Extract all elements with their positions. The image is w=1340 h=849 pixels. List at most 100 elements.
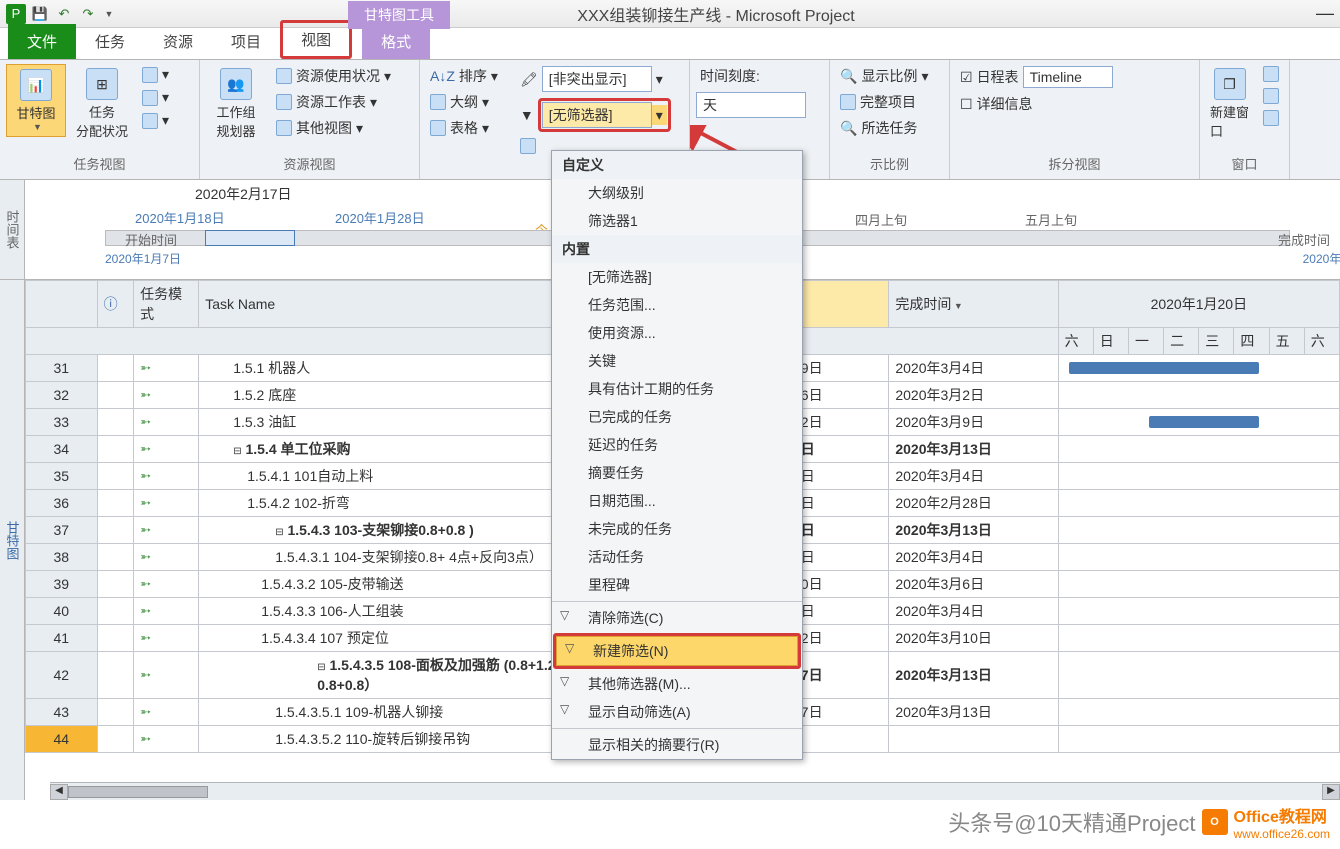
finish-cell[interactable]: 2020年3月13日: [889, 699, 1058, 726]
highlight-select[interactable]: 🖍[非突出显示]▾: [516, 64, 675, 94]
scroll-track[interactable]: [68, 786, 1322, 798]
mode-cell[interactable]: ➵: [134, 517, 199, 544]
col-rownum[interactable]: [26, 281, 98, 328]
menu-item[interactable]: 里程碑: [552, 571, 802, 599]
filter-select[interactable]: ▼ [无筛选器]▾: [516, 96, 675, 134]
team-planner-button[interactable]: 👥 工作组 规划器: [206, 64, 266, 144]
scroll-thumb[interactable]: [68, 786, 208, 798]
tab-project[interactable]: 项目: [212, 24, 280, 59]
other-views-button[interactable]: 其他视图▾: [272, 116, 395, 140]
col-info[interactable]: ⓘ: [97, 281, 133, 328]
mode-cell[interactable]: ➵: [134, 625, 199, 652]
new-window-button[interactable]: ❐ 新建窗口: [1206, 64, 1253, 144]
menu-clear-filter[interactable]: ▽清除筛选(C): [552, 604, 802, 632]
entire-project-button[interactable]: 完整项目: [836, 90, 932, 114]
mode-cell[interactable]: ➵: [134, 726, 199, 753]
mode-cell[interactable]: ➵: [134, 490, 199, 517]
hide-button[interactable]: [1259, 108, 1283, 128]
mode-cell[interactable]: ➵: [134, 699, 199, 726]
sort-button[interactable]: A↓Z 排序▾: [426, 64, 502, 88]
collapse-icon[interactable]: ⊟: [317, 662, 325, 673]
menu-item[interactable]: 摘要任务: [552, 459, 802, 487]
timeline-checkbox[interactable]: ☑ 日程表 Timeline: [956, 64, 1117, 90]
mode-cell[interactable]: ➵: [134, 463, 199, 490]
finish-cell[interactable]: 2020年3月2日: [889, 382, 1058, 409]
finish-cell[interactable]: 2020年3月9日: [889, 409, 1058, 436]
gantt-bar[interactable]: [1149, 416, 1259, 428]
row-number[interactable]: 37: [26, 517, 98, 544]
collapse-icon[interactable]: ⊟: [275, 527, 283, 538]
resource-sheet-button[interactable]: 资源工作表▾: [272, 90, 395, 114]
row-number[interactable]: 40: [26, 598, 98, 625]
scroll-right-button[interactable]: ▶: [1322, 784, 1340, 800]
row-number[interactable]: 35: [26, 463, 98, 490]
tab-format[interactable]: 格式: [362, 24, 430, 59]
gantt-bar[interactable]: [1069, 362, 1259, 374]
finish-cell[interactable]: [889, 726, 1058, 753]
finish-cell[interactable]: 2020年3月13日: [889, 652, 1058, 699]
menu-item[interactable]: 日期范围...: [552, 487, 802, 515]
other-task-views-button[interactable]: ▾: [138, 110, 173, 131]
menu-item[interactable]: 大纲级别: [552, 179, 802, 207]
menu-item[interactable]: 使用资源...: [552, 319, 802, 347]
row-number[interactable]: 42: [26, 652, 98, 699]
mode-cell[interactable]: ➵: [134, 571, 199, 598]
row-number[interactable]: 34: [26, 436, 98, 463]
row-number[interactable]: 33: [26, 409, 98, 436]
redo-icon[interactable]: ↷: [78, 4, 98, 24]
row-number[interactable]: 39: [26, 571, 98, 598]
finish-cell[interactable]: 2020年3月4日: [889, 544, 1058, 571]
menu-item[interactable]: 延迟的任务: [552, 431, 802, 459]
row-number[interactable]: 38: [26, 544, 98, 571]
finish-cell[interactable]: 2020年2月28日: [889, 490, 1058, 517]
row-number[interactable]: 32: [26, 382, 98, 409]
tab-task[interactable]: 任务: [76, 24, 144, 59]
finish-cell[interactable]: 2020年3月4日: [889, 463, 1058, 490]
row-number[interactable]: 43: [26, 699, 98, 726]
zoom-button[interactable]: 🔍显示比例▾: [836, 64, 932, 88]
qat-dropdown-icon[interactable]: ▼: [102, 9, 116, 19]
task-usage-button[interactable]: ⊞ 任务 分配状况: [72, 64, 132, 144]
menu-item[interactable]: 任务范围...: [552, 291, 802, 319]
finish-cell[interactable]: 2020年3月4日: [889, 355, 1058, 382]
mode-cell[interactable]: ➵: [134, 409, 199, 436]
mode-cell[interactable]: ➵: [134, 382, 199, 409]
mode-cell[interactable]: ➵: [134, 652, 199, 699]
finish-cell[interactable]: 2020年3月13日: [889, 517, 1058, 544]
row-number[interactable]: 41: [26, 625, 98, 652]
menu-item[interactable]: 活动任务: [552, 543, 802, 571]
gantt-side-tab[interactable]: 甘特图: [0, 280, 25, 800]
tab-view[interactable]: 视图: [280, 20, 352, 59]
gantt-chart-button[interactable]: 📊 甘特图▼: [6, 64, 66, 137]
switch-window-button[interactable]: [1259, 64, 1283, 84]
minimize-button[interactable]: —: [1310, 3, 1340, 24]
arrange-button[interactable]: [1259, 86, 1283, 106]
tab-file[interactable]: 文件: [8, 24, 76, 59]
menu-show-related[interactable]: 显示相关的摘要行(R): [552, 731, 802, 759]
tables-button[interactable]: 表格▾: [426, 116, 502, 140]
scroll-left-button[interactable]: ◀: [50, 784, 68, 800]
collapse-icon[interactable]: ⊟: [233, 446, 241, 457]
menu-item[interactable]: [无筛选器]: [552, 263, 802, 291]
col-finish[interactable]: 完成时间▼: [889, 281, 1058, 328]
menu-item[interactable]: 具有估计工期的任务: [552, 375, 802, 403]
calendar-button[interactable]: ▾: [138, 87, 173, 108]
mode-cell[interactable]: ➵: [134, 544, 199, 571]
horizontal-scrollbar[interactable]: ◀ ▶: [50, 782, 1340, 800]
menu-other-filters[interactable]: ▽其他筛选器(M)...: [552, 670, 802, 698]
col-mode[interactable]: 任务模式: [134, 281, 199, 328]
menu-item[interactable]: 未完成的任务: [552, 515, 802, 543]
finish-cell[interactable]: 2020年3月4日: [889, 598, 1058, 625]
row-number[interactable]: 36: [26, 490, 98, 517]
timeline-selection[interactable]: [205, 230, 295, 246]
outline-button[interactable]: 大纲▾: [426, 90, 502, 114]
finish-cell[interactable]: 2020年3月13日: [889, 436, 1058, 463]
menu-item[interactable]: 关键: [552, 347, 802, 375]
network-diagram-button[interactable]: ▾: [138, 64, 173, 85]
finish-cell[interactable]: 2020年3月6日: [889, 571, 1058, 598]
menu-new-filter[interactable]: ▽新建筛选(N): [556, 636, 798, 666]
menu-item[interactable]: 筛选器1: [552, 207, 802, 235]
row-number[interactable]: 31: [26, 355, 98, 382]
tab-resource[interactable]: 资源: [144, 24, 212, 59]
col-week[interactable]: 2020年1月20日: [1058, 281, 1339, 328]
